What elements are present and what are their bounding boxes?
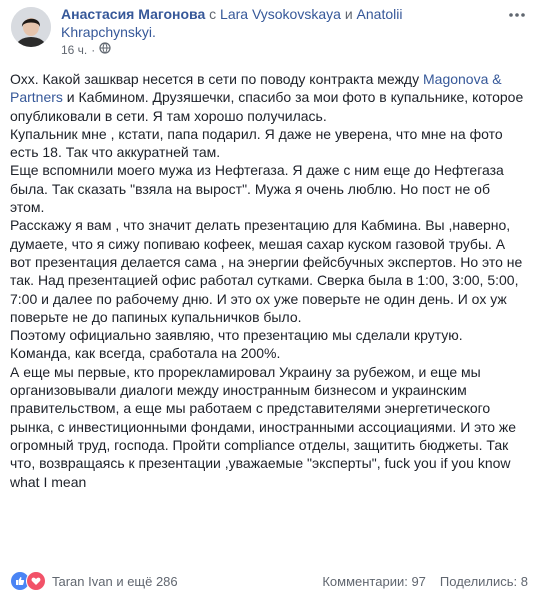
post-meta: 16 ч. · [61,42,111,57]
post-paragraph: Поэтому официально заявляю, что презента… [10,327,463,362]
reactions[interactable]: Taran Ivan и ещё 286 [10,571,178,591]
post-header: Анастасия Магонова с Lara Vysokovskaya и… [61,5,491,41]
post-paragraph: А еще мы первые, кто прорекламировал Укр… [10,363,517,490]
post-stats: Комментарии: 97 Поделились: 8 [322,574,528,589]
post-body: Охх. Какой зашквар несется в сети по пов… [10,70,526,491]
facebook-post: Анастасия Магонова с Lara Vysokovskaya и… [0,0,538,600]
comments-count[interactable]: Комментарии: 97 [322,574,426,589]
post-footer: Taran Ivan и ещё 286 Комментарии: 97 Под… [10,569,528,593]
avatar[interactable] [11,7,51,47]
post-paragraph: Еще вспомнили моего мужа из Нефтегаза. Я… [10,162,504,216]
author-name[interactable]: Анастасия Магонова [61,6,205,22]
separator-dot: · [91,42,96,57]
tagged-user-1[interactable]: Lara Vysokovskaya [220,6,341,22]
love-icon [26,571,46,591]
shares-count[interactable]: Поделились: 8 [440,574,528,589]
with-word: с [209,6,217,22]
post-text-continued: и Кабмином. Друзяшечки, спасибо за мои ф… [10,89,524,124]
post-paragraph: Купальник мне , кстати, папа подарил. Я … [10,125,503,161]
reactors-text[interactable]: Taran Ivan и ещё 286 [52,574,178,589]
and-word: и [344,6,353,22]
post-paragraph: Расскажу я вам , что значит делать презе… [10,217,523,325]
avatar-image [11,7,51,47]
post-time[interactable]: 16 ч. [61,43,87,57]
globe-icon [99,42,111,57]
more-options-button[interactable] [508,6,526,24]
post-text-start: Охх. Какой зашквар несется в сети по пов… [10,71,423,87]
post-paragraph: Охх. Какой зашквар несется в сети по пов… [10,70,526,125]
more-icon [509,13,525,17]
